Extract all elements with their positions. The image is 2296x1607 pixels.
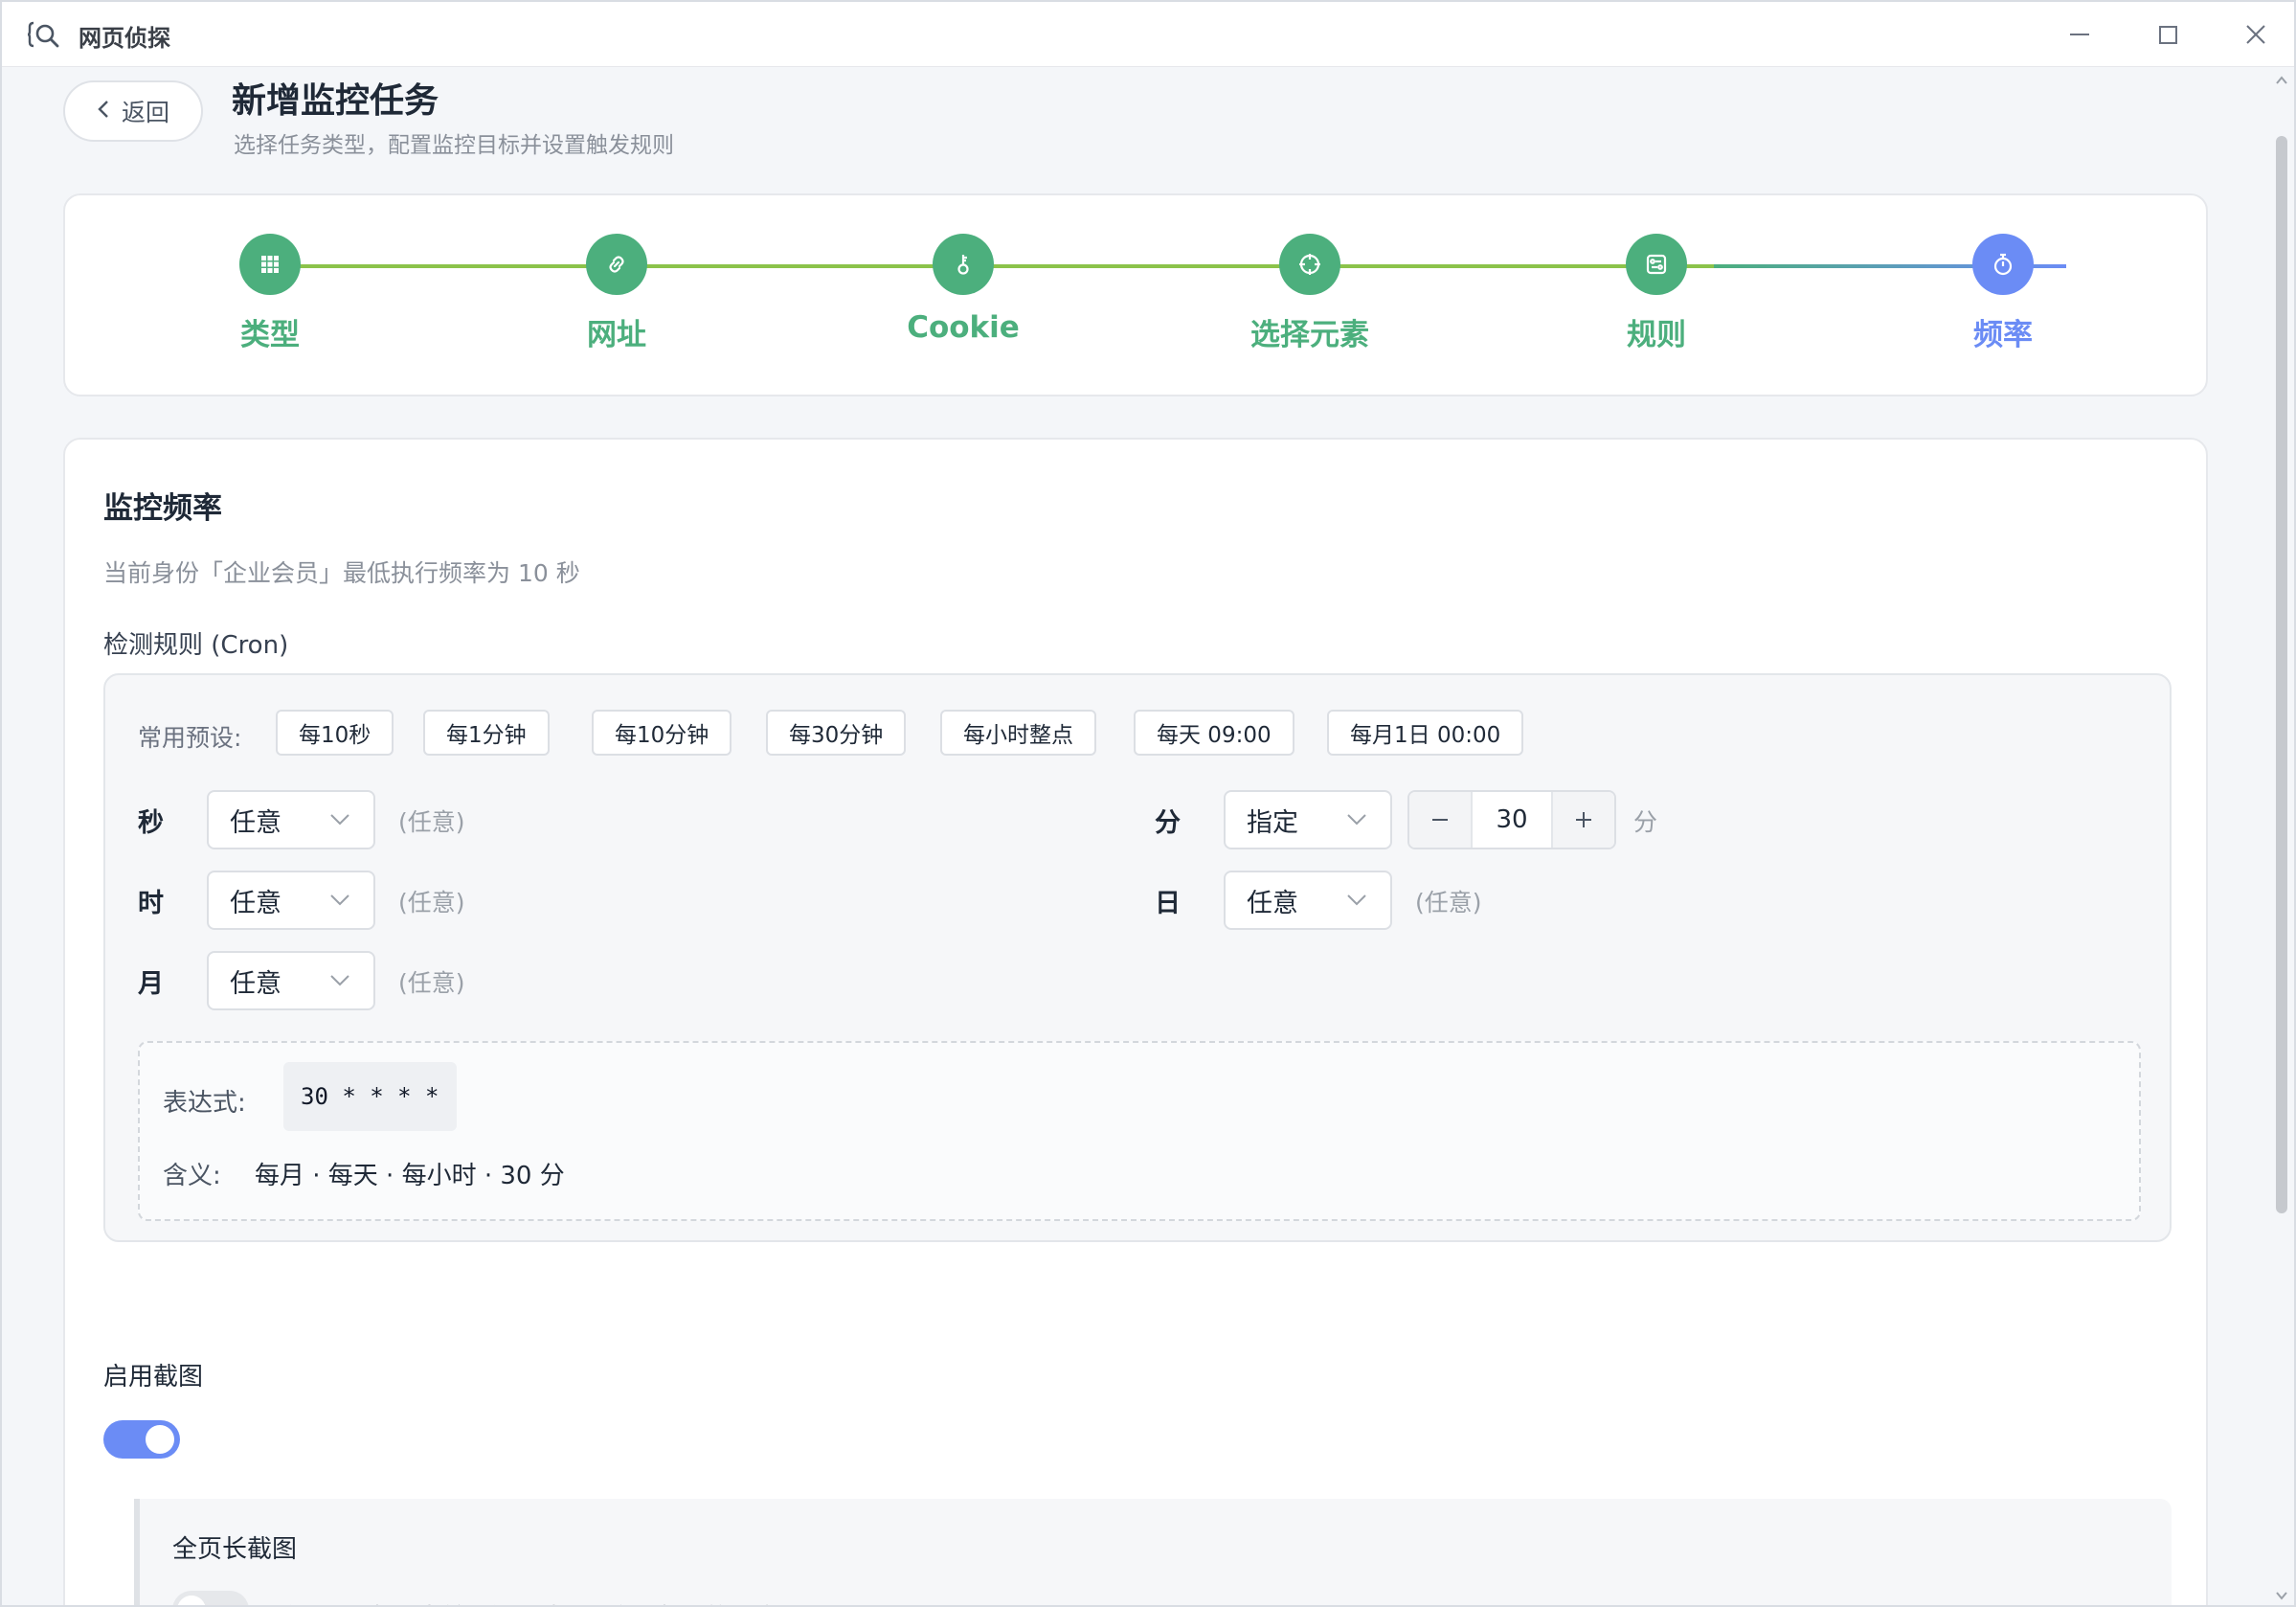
toggle-knob (146, 1425, 174, 1454)
cron-label: 检测规则 (Cron) (103, 631, 289, 660)
maximize-button[interactable] (2149, 15, 2187, 54)
preset-button[interactable]: 每月1日 00:00 (1327, 710, 1524, 756)
rules-icon (1626, 234, 1687, 295)
day-select[interactable]: 任意 (1224, 871, 1392, 930)
step-label: 频率 (1973, 318, 2033, 352)
step-label: 类型 (240, 318, 300, 352)
app-window: 网页侦探 返回 新增监控任务 选择任务类型，配置监控目标并设置触发规则 类型 网… (0, 0, 2296, 1607)
title-bar: 网页侦探 (2, 2, 2294, 67)
fullpage-title: 全页长截图 (172, 1535, 298, 1564)
second-hint: (任意) (398, 808, 465, 836)
crosshair-icon (1279, 234, 1340, 295)
meaning-value: 每月 · 每天 · 每小时 · 30 分 (255, 1162, 565, 1190)
back-button[interactable]: 返回 (63, 80, 203, 142)
step-type[interactable]: 类型 (174, 234, 366, 353)
month-label: 月 (138, 969, 164, 999)
increment-button[interactable] (1553, 792, 1614, 848)
month-hint: (任意) (398, 969, 465, 997)
step-label: 选择元素 (1250, 318, 1369, 352)
chevron-left-icon (97, 98, 110, 125)
scrollbar[interactable] (2269, 67, 2294, 1605)
day-hint: (任意) (1415, 889, 1482, 917)
preset-button[interactable]: 每小时整点 (940, 710, 1096, 756)
minimize-button[interactable] (2060, 15, 2099, 54)
preset-button[interactable]: 每1分钟 (423, 710, 550, 756)
grid-icon (239, 234, 301, 295)
second-select[interactable]: 任意 (207, 790, 375, 849)
back-label: 返回 (121, 99, 169, 126)
step-label: 规则 (1627, 318, 1686, 352)
minus-icon (1432, 819, 1448, 821)
chevron-down-icon (330, 975, 349, 986)
cron-editor: 常用预设: 每10秒 每1分钟 每10分钟 每30分钟 每小时整点 每天 09:… (103, 673, 2172, 1242)
screenshot-label: 启用截图 (103, 1363, 204, 1392)
presets-label: 常用预设: (138, 724, 242, 752)
step-cookie[interactable]: Cookie (867, 234, 1059, 345)
step-label: Cookie (907, 310, 1020, 345)
scroll-down-icon[interactable] (2274, 1588, 2289, 1603)
steps-card: 类型 网址 Cookie 选择元素 规则 频率 (63, 193, 2208, 396)
hour-hint: (任意) (398, 889, 465, 917)
preset-button[interactable]: 每天 09:00 (1134, 710, 1294, 756)
chevron-down-icon (1347, 814, 1366, 826)
chevron-down-icon (1347, 894, 1366, 906)
plus-icon (1576, 812, 1591, 827)
close-button[interactable] (2237, 15, 2275, 54)
chevron-down-icon (330, 894, 349, 906)
app-logo-icon (27, 17, 61, 52)
hour-label: 时 (138, 889, 164, 918)
meaning-label: 含义: (163, 1162, 221, 1190)
link-icon (586, 234, 647, 295)
section-description: 当前身份「企业会员」最低执行频率为 10 秒 (103, 559, 580, 587)
fullpage-toggle[interactable] (172, 1591, 249, 1605)
scroll-up-icon[interactable] (2274, 73, 2289, 88)
chevron-down-icon (330, 814, 349, 826)
minute-unit: 分 (1633, 808, 1658, 836)
expression-label: 表达式: (163, 1089, 246, 1118)
fullpage-panel: 全页长截图 关闭则只截取当前可视区域；开启可截取整个滚动页面 (134, 1499, 2172, 1605)
hour-select[interactable]: 任意 (207, 871, 375, 930)
step-label: 网址 (587, 318, 646, 352)
month-select[interactable]: 任意 (207, 951, 375, 1010)
toggle-knob (177, 1596, 206, 1605)
preset-button[interactable]: 每10秒 (276, 710, 394, 756)
page-content: 返回 新增监控任务 选择任务类型，配置监控目标并设置触发规则 类型 网址 Coo… (2, 67, 2273, 1605)
step-rules[interactable]: 规则 (1561, 234, 1752, 353)
step-frequency[interactable]: 频率 (1907, 234, 2099, 353)
fullpage-description: 关闭则只截取当前可视区域；开启可截取整个滚动页面 (274, 1598, 848, 1605)
second-label: 秒 (138, 808, 164, 838)
minute-value[interactable]: 30 (1471, 792, 1553, 848)
section-title: 监控频率 (103, 491, 222, 526)
frequency-card: 监控频率 当前身份「企业会员」最低执行频率为 10 秒 检测规则 (Cron) … (63, 438, 2208, 1605)
screenshot-toggle[interactable] (103, 1420, 180, 1459)
minute-select[interactable]: 指定 (1224, 790, 1392, 849)
stopwatch-icon (1972, 234, 2034, 295)
scrollbar-thumb[interactable] (2276, 136, 2287, 1213)
preset-button[interactable]: 每30分钟 (766, 710, 907, 756)
app-title: 网页侦探 (79, 25, 170, 52)
decrement-button[interactable] (1409, 792, 1471, 848)
step-url[interactable]: 网址 (521, 234, 712, 353)
page-title: 新增监控任务 (232, 81, 439, 121)
preset-button[interactable]: 每10分钟 (592, 710, 732, 756)
page-subtitle: 选择任务类型，配置监控目标并设置触发规则 (234, 133, 674, 158)
day-label: 日 (1155, 889, 1181, 918)
cron-expression: 30 * * * * (283, 1062, 457, 1131)
minute-label: 分 (1155, 808, 1181, 838)
key-icon (933, 234, 994, 295)
minute-stepper[interactable]: 30 (1407, 790, 1616, 849)
step-select-element[interactable]: 选择元素 (1214, 234, 1406, 353)
expression-panel: 表达式: 30 * * * * 含义: 每月 · 每天 · 每小时 · 30 分 (138, 1041, 2141, 1221)
